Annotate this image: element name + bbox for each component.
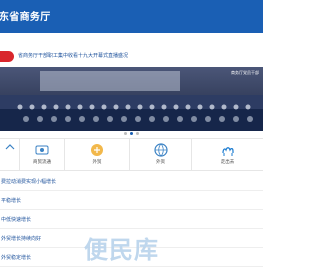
carousel-caption: 商务厅党员干部 <box>231 70 259 75</box>
list-item[interactable]: 平稳增长 <box>0 191 263 210</box>
commerce-icon <box>35 145 49 155</box>
carousel-dot-active[interactable] <box>130 132 133 135</box>
category-going-global[interactable]: 走出去 <box>192 139 263 171</box>
list-item[interactable]: 中低快速增长 <box>0 210 263 229</box>
conference-photo <box>0 67 263 131</box>
carousel-dots[interactable] <box>0 132 263 136</box>
foreign-investment-icon <box>153 143 168 157</box>
category-label: 外资 <box>156 160 165 165</box>
category-label: 外贸 <box>92 160 102 165</box>
ticker-text[interactable]: 省商务厅干部职工集中收看十九大开幕式直播盛况 <box>18 52 128 59</box>
category-foreign-investment[interactable]: 外资 <box>130 139 192 171</box>
category-foreign-trade[interactable]: 外贸 <box>65 139 130 171</box>
carousel-dot[interactable] <box>124 132 127 135</box>
category-commerce[interactable]: 商贸流通 <box>20 139 65 171</box>
carousel-dot[interactable] <box>136 132 139 135</box>
list-item-text[interactable]: 中低快速增长 <box>1 216 31 223</box>
camel-icon <box>221 147 234 156</box>
foreign-trade-icon <box>91 144 103 156</box>
category-grid: 商贸流通 外贸 外资 走出去 <box>0 138 263 171</box>
partial-icon <box>5 144 15 150</box>
news-ticker[interactable]: 省商务厅干部职工集中收看十九大开幕式直播盛况 <box>0 50 263 64</box>
category-label: 商贸流通 <box>33 160 51 165</box>
category-cell-partial[interactable] <box>0 139 20 171</box>
page-header: 东省商务厅 <box>0 0 263 33</box>
list-item-text[interactable]: 费拉动消费实现小幅增长 <box>1 178 56 185</box>
watermark-logo: 便民库 <box>84 236 159 264</box>
list-item-text[interactable]: 外贸增长持续向好 <box>1 235 41 242</box>
list-item[interactable]: 费拉动消费实现小幅增长 <box>0 172 263 191</box>
category-label: 走出去 <box>220 160 235 165</box>
list-item-text[interactable]: 外贸稳定增长 <box>1 254 31 261</box>
site-title: 东省商务厅 <box>0 12 51 23</box>
list-item-text[interactable]: 平稳增长 <box>1 197 21 204</box>
news-carousel[interactable]: 商务厅党员干部 <box>0 67 263 131</box>
ticker-badge <box>0 51 14 62</box>
